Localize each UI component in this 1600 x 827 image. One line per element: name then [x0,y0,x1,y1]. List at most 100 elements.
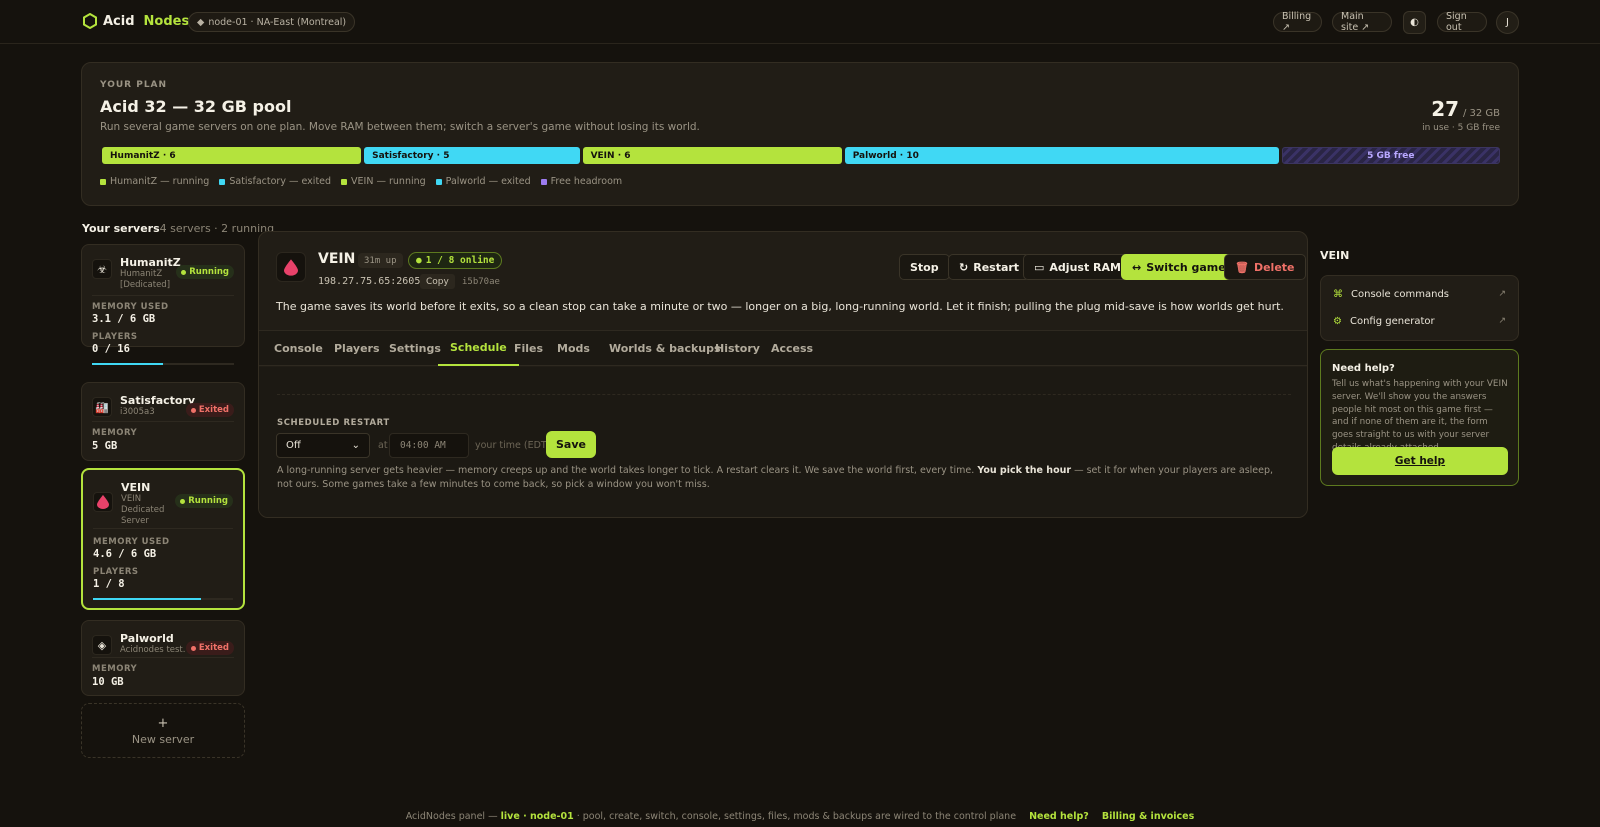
tab-access[interactable]: Access [759,331,825,366]
server-card-satisfactory[interactable]: 🏭 Satisfactory i3005a3 Exited MEMORY 5 G… [81,382,245,461]
delete-button[interactable]: 🗑 Delete [1224,254,1306,280]
status-label: Exited [198,405,229,415]
progress-fill [93,598,201,600]
restart-button[interactable]: ↻ Restart [948,254,1031,280]
save-button[interactable]: Save [546,431,596,458]
pool-segment: VEIN · 6 [582,147,842,164]
server-address: 198.27.75.65:26050 [318,276,427,287]
status-dot-icon [190,407,196,413]
players-progress [92,363,234,365]
online-dot-icon: ● [416,255,422,266]
status-badge: Exited [185,641,234,655]
brand-logo[interactable]: Acid Nodes [83,13,189,29]
stop-button[interactable]: Stop [899,254,950,280]
server-id: i5b70ae [462,277,500,287]
sidebar-title: VEIN [1320,249,1350,262]
legend-swatch-icon [100,178,106,185]
brand-name-acid: Acid [103,13,135,29]
memory-label: MEMORY USED [93,537,170,547]
main-site-link[interactable]: Main site ↗ [1332,11,1392,33]
restart-frequency-select[interactable]: Off ⌄ [276,433,370,458]
status-badge: Exited [185,403,234,417]
server-card-palworld[interactable]: ◈ Palworld Acidnodes test. Exited MEMORY… [81,620,245,696]
external-link-icon: ↗ [1498,316,1506,326]
pool-segment: HumanitZ · 6 [102,147,362,164]
footer-help-link[interactable]: Need help? [1029,811,1089,822]
plan-subtitle: Run several game servers on one plan. Mo… [100,121,700,133]
footer-billing-link[interactable]: Billing & invoices [1102,811,1194,822]
billing-link[interactable]: Billing ↗ [1273,11,1322,33]
players-value: 0 / 16 [92,343,130,355]
status-dot-icon [180,498,186,504]
pool-segment: 5 GB free [1281,147,1500,164]
node-selector[interactable]: ◆ node-01 · NA-East (Montreal) [188,12,356,32]
console-commands-link[interactable]: ⌘ Console commands ↗ [1333,284,1506,304]
legend-label: Satisfactory — exited [229,176,332,187]
usage-used: 27 [1431,97,1460,121]
blood-drop-icon [97,495,109,509]
legend-item: Palworld — exited [435,176,531,187]
usage-note: in use · 5 GB free [1422,123,1500,133]
legend-label: VEIN — running [351,176,426,187]
servers-heading: Your servers4 servers · 2 running [82,222,274,235]
sign-out-button[interactable]: Sign out [1437,11,1487,33]
plan-card: YOUR PLAN Acid 32 — 32 GB pool Run sever… [81,62,1519,206]
schedule-description: A long-running server gets heavier — mem… [277,464,1287,492]
hexagon-logo-icon [83,13,97,29]
avatar[interactable]: J [1496,11,1519,34]
node-label: node-01 · NA-East (Montreal) [208,16,347,28]
restart-label: Restart [973,260,1020,274]
memory-chip-icon: ▭ [1034,260,1045,274]
theme-toggle-icon[interactable]: ◐ [1403,11,1426,34]
pool-segment: Satisfactory · 5 [364,147,580,164]
legend-swatch-icon [219,178,226,185]
new-server-button[interactable]: + New server [81,703,245,758]
command-icon: ⌘ [1333,288,1343,300]
select-value: Off [286,440,301,451]
legend-item: Satisfactory — exited [219,176,331,187]
restart-icon: ↻ [959,260,969,274]
memory-value: 10 GB [92,676,124,688]
legend-label: Free headroom [550,176,623,187]
memory-label: MEMORY USED [92,302,169,312]
server-title: VEIN [318,251,356,267]
footer-prefix: AcidNodes panel — [405,811,498,822]
memory-label: MEMORY [92,664,138,674]
servers-summary: 4 servers · 2 running [159,222,275,235]
server-card-humanitz[interactable]: ☣ HumanitZ HumanitZ [Dedicated] Running … [81,244,245,365]
restart-time-input[interactable]: 04:00 AM [389,433,469,458]
node-diamond-icon: ◆ [197,16,205,28]
satisfactory-game-icon: 🏭 [92,397,112,417]
delete-label: Delete [1253,260,1295,274]
switch-game-button[interactable]: ↔ Switch game [1121,254,1237,280]
card-divider [92,421,234,422]
card-divider [93,528,233,529]
uptime-badge: 31m up [358,253,403,268]
switch-game-label: Switch game [1146,260,1226,274]
footer: AcidNodes panel — live · node-01 · pool,… [0,811,1600,822]
help-title: Need help? [1332,363,1395,374]
timezone-label: your time (EDT) [475,440,551,451]
adjust-ram-button[interactable]: ▭ Adjust RAM [1023,254,1132,280]
config-generator-link[interactable]: ⚙ Config generator ↗ [1333,311,1506,331]
plan-title: Acid 32 — 32 GB pool [100,97,292,116]
plan-usage: 27 / 32 GB in use · 5 GB free [1422,97,1500,133]
brand-name-nodes: Nodes [143,13,190,29]
server-detail-panel: VEIN 31m up ● 1 / 8 online 198.27.75.65:2… [258,231,1308,518]
server-name: VEIN [121,481,151,494]
progress-fill [92,363,163,365]
copy-address-button[interactable]: Copy [420,274,455,289]
scheduled-restart-heading: SCHEDULED RESTART [277,418,390,428]
memory-value: 5 GB [92,440,118,452]
get-help-button[interactable]: Get help [1332,447,1508,475]
legend-item: HumanitZ — running [100,176,209,187]
legend-label: HumanitZ — running [110,176,210,187]
server-subtitle: HumanitZ [Dedicated] [120,269,171,290]
stop-label: Stop [910,260,939,274]
pool-segment: Palworld · 10 [844,147,1279,164]
server-card-vein[interactable]: VEIN VEIN Dedicated Server Running MEMOR… [81,468,245,610]
server-subtitle: VEIN Dedicated Server [121,494,165,526]
tab-mods[interactable]: Mods [545,331,602,366]
external-link-icon: ↗ [1498,289,1506,299]
legend-item: VEIN — running [341,176,426,187]
